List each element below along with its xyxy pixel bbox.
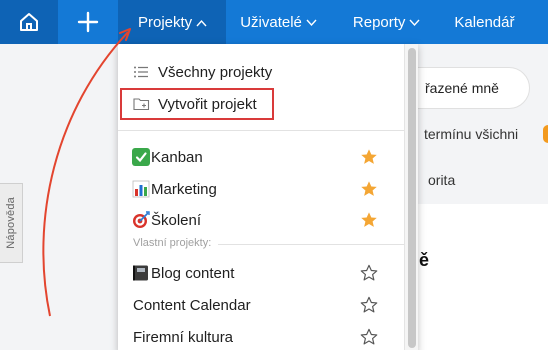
annotation-arrow <box>42 28 131 317</box>
